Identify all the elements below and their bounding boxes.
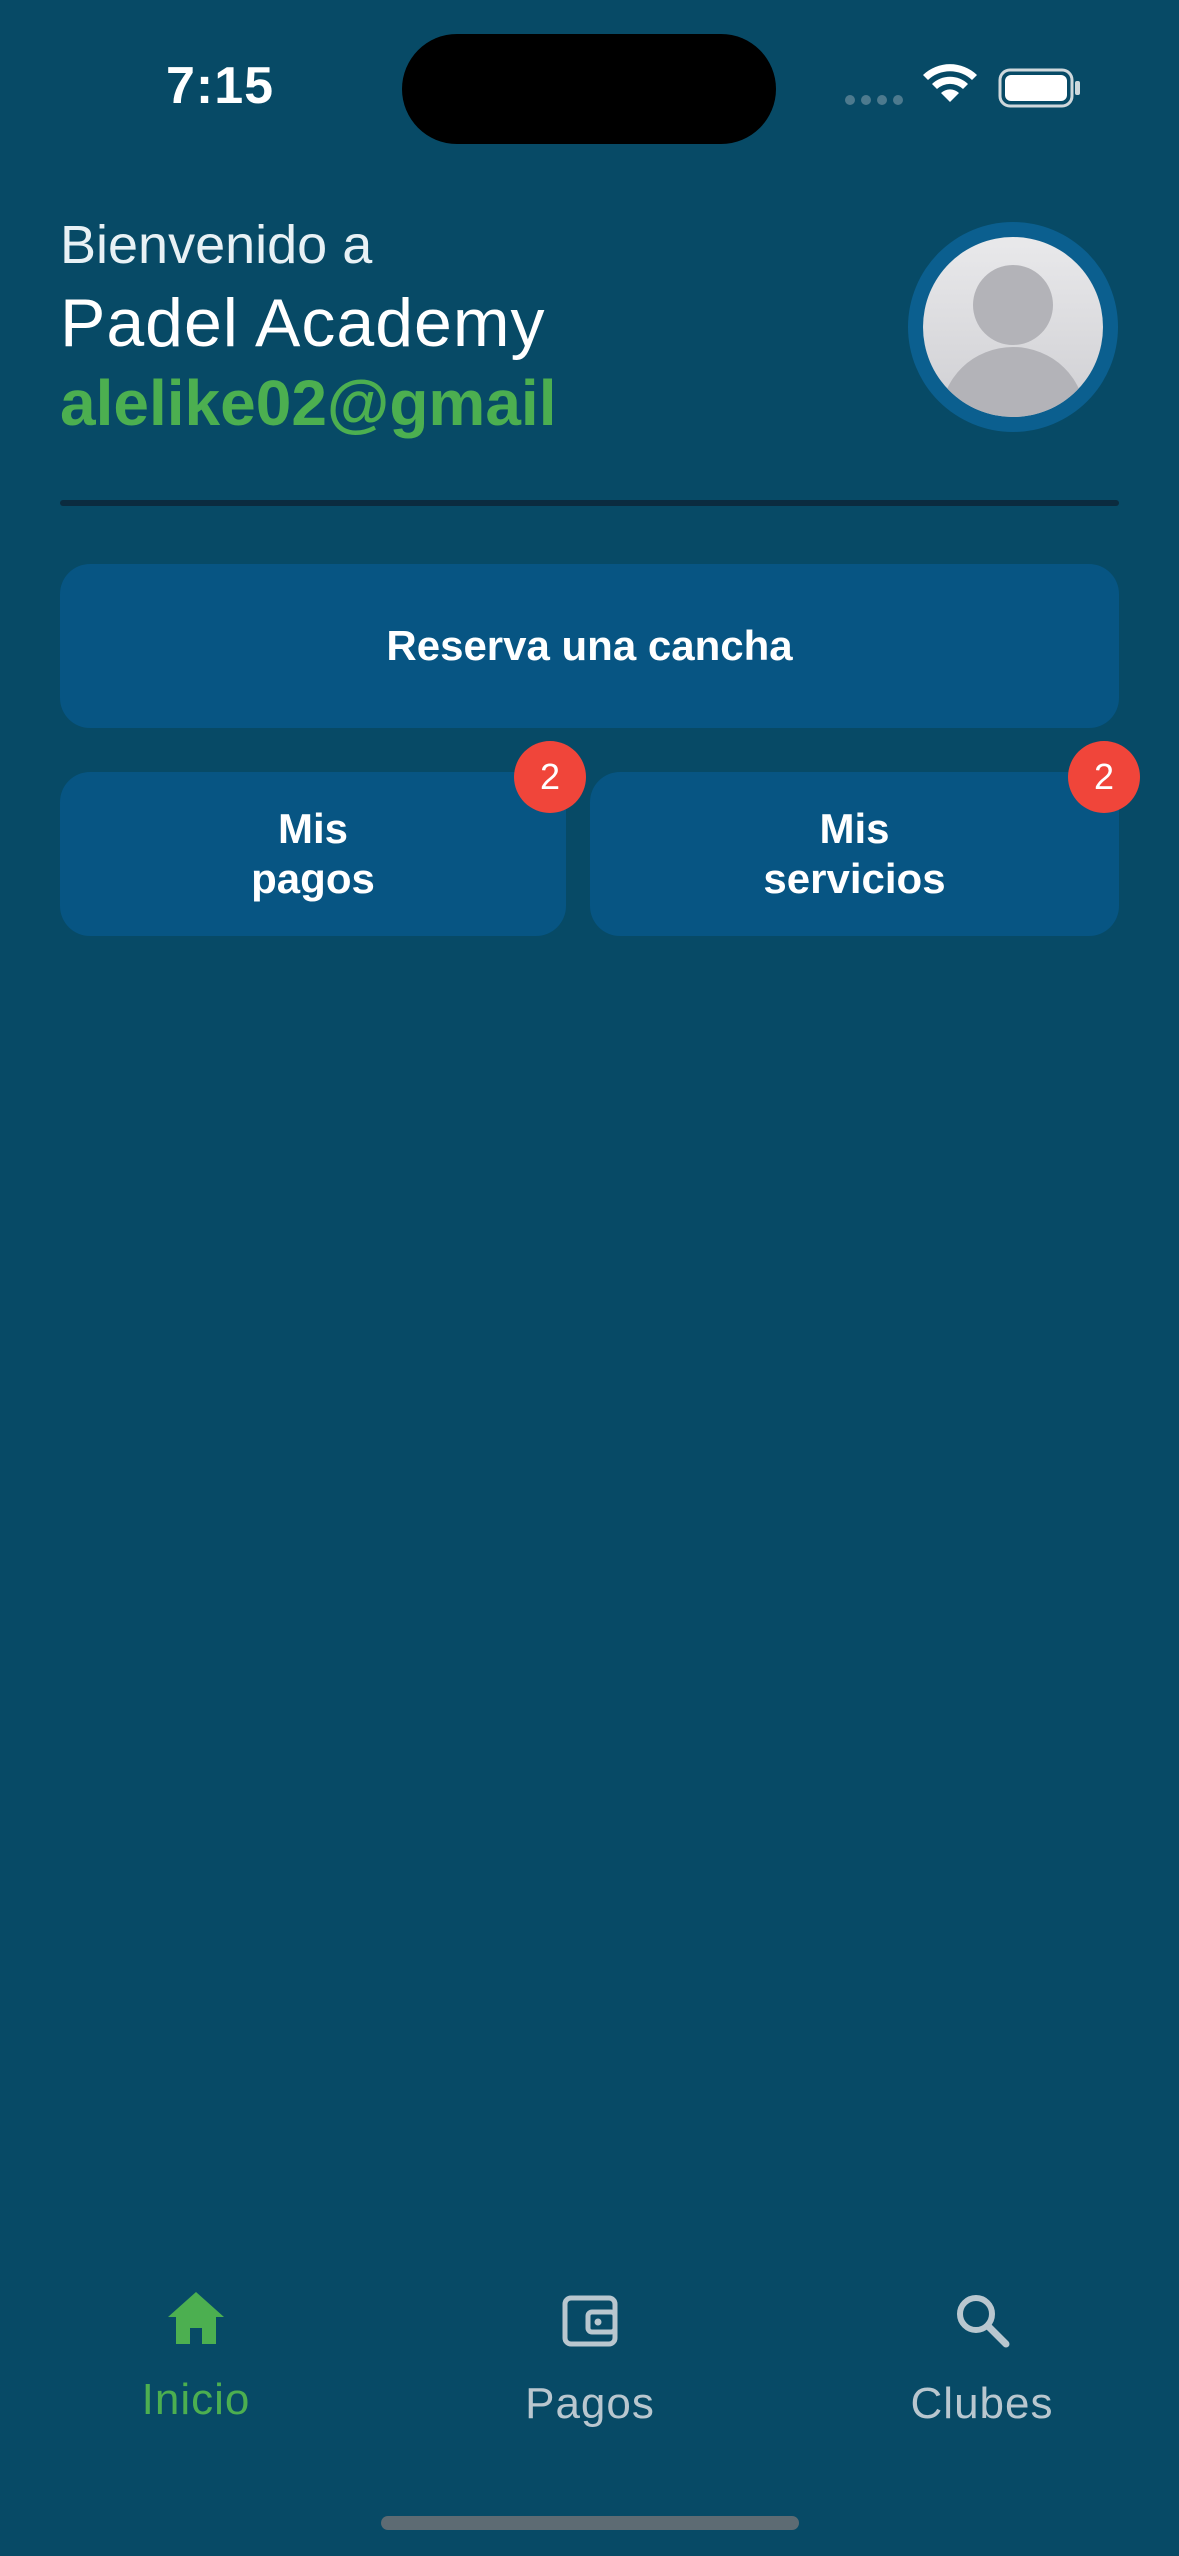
tab-clubes-label: Clubes [910, 2379, 1054, 2428]
dynamic-island [402, 34, 776, 144]
search-icon [957, 2295, 1010, 2348]
signal-dots-icon [845, 95, 903, 105]
my-payments-label: Mis pagos [251, 805, 375, 902]
my-services-label: Mis servicios [763, 805, 946, 902]
reserve-court-button[interactable]: Reserva una cancha [60, 564, 1119, 728]
my-services-button[interactable]: Mis servicios [590, 772, 1119, 936]
person-placeholder-icon [923, 237, 1103, 417]
avatar[interactable] [908, 222, 1118, 432]
my-payments-button[interactable]: Mis pagos [60, 772, 566, 936]
welcome-text: Bienvenido a [60, 215, 373, 275]
wallet-icon [562, 2295, 618, 2347]
user-email: alelike02@gmail [60, 367, 557, 439]
club-name: Padel Academy [60, 285, 546, 361]
battery-icon [998, 68, 1080, 108]
tab-inicio-label: Inicio [141, 2375, 251, 2424]
wifi-icon [923, 64, 977, 102]
tab-clubes[interactable]: Clubes [852, 2290, 1112, 2429]
home-icon [168, 2292, 224, 2344]
tab-pagos[interactable]: Pagos [460, 2290, 720, 2429]
header-divider [60, 500, 1119, 506]
tab-pagos-label: Pagos [525, 2379, 655, 2428]
tab-inicio[interactable]: Inicio [66, 2290, 326, 2425]
payments-count-badge: 2 [514, 741, 586, 813]
services-count-badge: 2 [1068, 741, 1140, 813]
reserve-court-label: Reserva una cancha [386, 622, 793, 669]
status-time: 7:15 [166, 57, 275, 115]
home-indicator[interactable] [381, 2516, 799, 2530]
